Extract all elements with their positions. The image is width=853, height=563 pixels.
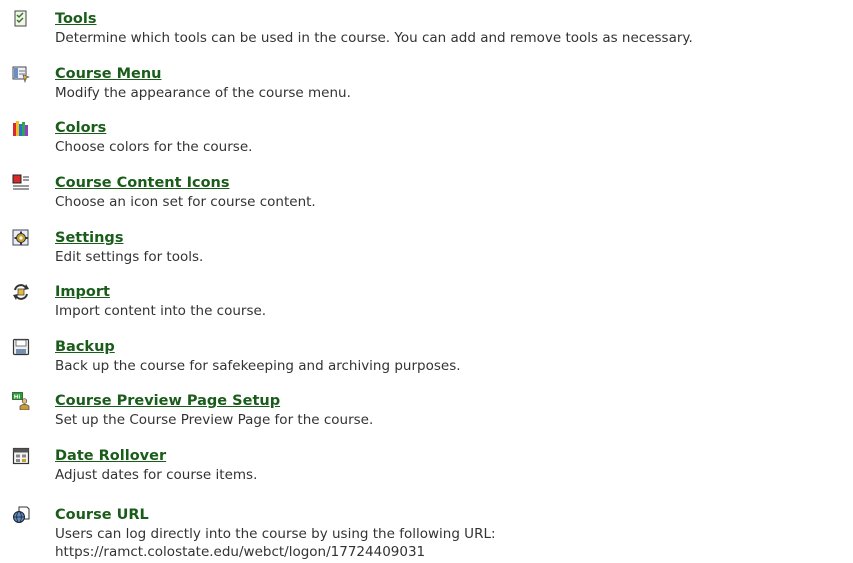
tools-description: Determine which tools can be used in the… (55, 30, 693, 46)
course-content-icons-link[interactable]: Course Content Icons (55, 174, 230, 192)
course-menu-link[interactable]: Course Menu (55, 65, 162, 83)
svg-text:Hi: Hi (14, 394, 21, 400)
course-url-title: Course URL (55, 507, 149, 523)
date-rollover-description: Adjust dates for course items. (55, 467, 258, 483)
course-menu-icon[interactable] (12, 65, 30, 83)
import-link[interactable]: Import (55, 283, 110, 301)
colors-link[interactable]: Colors (55, 119, 106, 137)
course-content-icons-description: Choose an icon set for course content. (55, 194, 316, 210)
date-rollover-link[interactable]: Date Rollover (55, 447, 166, 465)
settings-link[interactable]: Settings (55, 229, 123, 247)
colors-description: Choose colors for the course. (55, 139, 253, 155)
preview-page-icon[interactable]: Hi (12, 392, 30, 410)
tools-link[interactable]: Tools (55, 10, 97, 28)
tools-icon[interactable] (12, 10, 30, 28)
course-url-value: https://ramct.colostate.edu/webct/logon/… (55, 544, 426, 560)
import-description: Import content into the course. (55, 303, 267, 319)
colors-icon[interactable] (12, 119, 30, 137)
course-preview-page-setup-link[interactable]: Course Preview Page Setup (55, 392, 280, 410)
backup-link[interactable]: Backup (55, 338, 115, 356)
course-url-description: Users can log directly into the course b… (55, 526, 496, 542)
import-icon[interactable] (12, 283, 30, 301)
course-preview-page-setup-description: Set up the Course Preview Page for the c… (55, 412, 374, 428)
content-icons-icon[interactable] (12, 174, 30, 192)
settings-description: Edit settings for tools. (55, 249, 204, 265)
settings-icon[interactable] (12, 229, 30, 247)
globe-page-icon (12, 506, 30, 524)
backup-description: Back up the course for safekeeping and a… (55, 358, 461, 374)
backup-icon[interactable] (12, 338, 30, 356)
calendar-icon[interactable] (12, 447, 30, 465)
course-menu-description: Modify the appearance of the course menu… (55, 85, 351, 101)
